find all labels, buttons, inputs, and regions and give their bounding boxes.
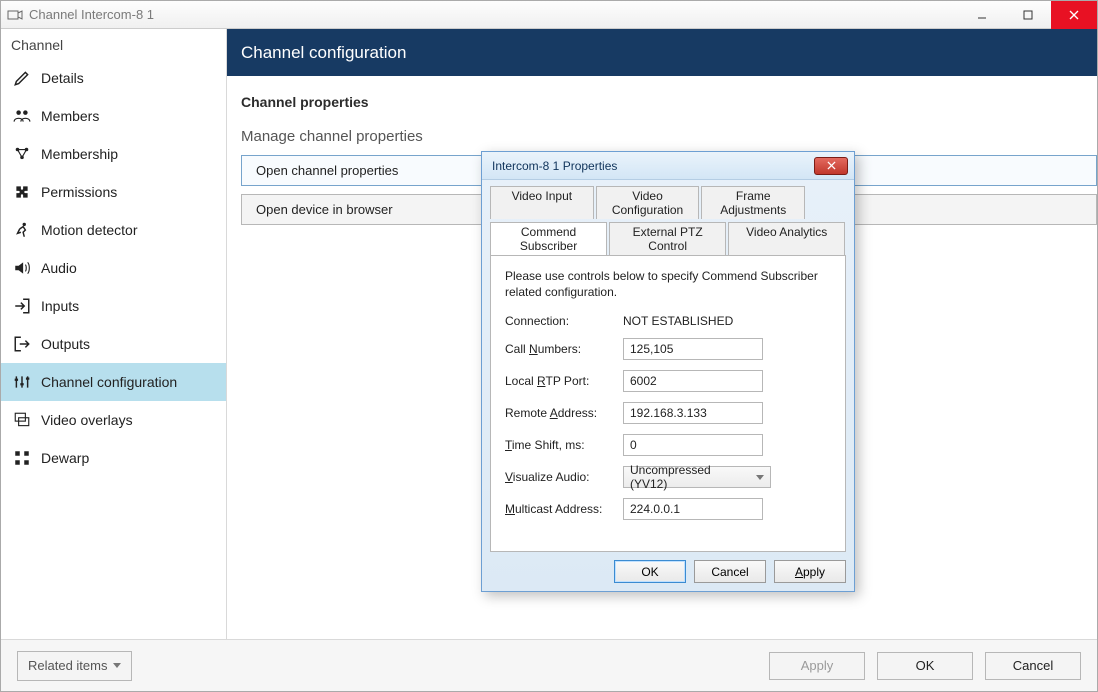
close-button[interactable] [1051, 1, 1097, 29]
sidebar-item-outputs[interactable]: Outputs [1, 325, 226, 363]
sidebar-item-label: Video overlays [41, 412, 133, 428]
remote-address-label: Remote Address: [505, 406, 623, 420]
sidebar-item-label: Channel configuration [41, 374, 177, 390]
camera-icon [7, 7, 23, 23]
window-titlebar: Channel Intercom-8 1 [1, 1, 1097, 29]
chevron-down-icon [756, 475, 764, 480]
group-icon [13, 145, 31, 163]
layers-icon [13, 411, 31, 429]
properties-dialog: Intercom-8 1 Properties Video Input Vide… [481, 151, 855, 592]
dialog-apply-button[interactable]: Apply [774, 560, 846, 583]
connection-value: NOT ESTABLISHED [623, 314, 733, 328]
pencil-icon [13, 69, 31, 87]
sidebar-item-dewarp[interactable]: Dewarp [1, 439, 226, 477]
sidebar-item-details[interactable]: Details [1, 59, 226, 97]
speaker-icon [13, 259, 31, 277]
sidebar-item-label: Membership [41, 146, 118, 162]
puzzle-icon [13, 183, 31, 201]
tab-video-input[interactable]: Video Input [490, 186, 594, 219]
section-label: Manage channel properties [227, 120, 1097, 155]
sidebar: Channel Details Members Membership Permi… [1, 29, 227, 639]
remote-address-input[interactable] [623, 402, 763, 424]
dialog-instructions: Please use controls below to specify Com… [505, 268, 831, 300]
tab-commend-subscriber[interactable]: Commend Subscriber [490, 222, 607, 255]
ok-button[interactable]: OK [877, 652, 973, 680]
sidebar-item-channel-configuration[interactable]: Channel configuration [1, 363, 226, 401]
chevron-down-icon [113, 663, 121, 668]
sliders-icon [13, 373, 31, 391]
minimize-button[interactable] [959, 1, 1005, 29]
sidebar-item-video-overlays[interactable]: Video overlays [1, 401, 226, 439]
visualize-audio-label: Visualize Audio: [505, 470, 623, 484]
logout-icon [13, 335, 31, 353]
sidebar-item-label: Members [41, 108, 99, 124]
tab-external-ptz-control[interactable]: External PTZ Control [609, 222, 726, 255]
page-title: Channel configuration [241, 43, 406, 63]
sidebar-item-permissions[interactable]: Permissions [1, 173, 226, 211]
related-items-label: Related items [28, 658, 107, 673]
sidebar-item-label: Permissions [41, 184, 117, 200]
cancel-button[interactable]: Cancel [985, 652, 1081, 680]
maximize-button[interactable] [1005, 1, 1051, 29]
dialog-tabs: Video Input Video Configuration Frame Ad… [490, 186, 846, 255]
visualize-audio-dropdown[interactable]: Uncompressed (YV12) [623, 466, 771, 488]
apply-button[interactable]: Apply [769, 652, 865, 680]
dialog-cancel-button[interactable]: Cancel [694, 560, 766, 583]
login-icon [13, 297, 31, 315]
grid-icon [13, 449, 31, 467]
dialog-ok-button[interactable]: OK [614, 560, 686, 583]
dialog-title: Intercom-8 1 Properties [492, 159, 617, 173]
sidebar-item-label: Motion detector [41, 222, 138, 238]
sidebar-item-label: Audio [41, 260, 77, 276]
running-icon [13, 221, 31, 239]
sidebar-item-label: Outputs [41, 336, 90, 352]
page-header: Channel configuration [227, 29, 1097, 76]
local-rtp-port-input[interactable] [623, 370, 763, 392]
multicast-address-input[interactable] [623, 498, 763, 520]
local-rtp-port-label: Local RTP Port: [505, 374, 623, 388]
multicast-address-label: Multicast Address: [505, 502, 623, 516]
sidebar-item-label: Inputs [41, 298, 79, 314]
tab-frame-adjustments[interactable]: Frame Adjustments [701, 186, 805, 219]
sidebar-item-members[interactable]: Members [1, 97, 226, 135]
sidebar-header: Channel [1, 29, 226, 59]
sidebar-item-inputs[interactable]: Inputs [1, 287, 226, 325]
sidebar-item-membership[interactable]: Membership [1, 135, 226, 173]
sidebar-item-label: Details [41, 70, 84, 86]
tab-video-analytics[interactable]: Video Analytics [728, 222, 845, 255]
users-icon [13, 107, 31, 125]
section-subtitle: Channel properties [227, 76, 1097, 120]
dialog-titlebar[interactable]: Intercom-8 1 Properties [482, 152, 854, 180]
tab-video-configuration[interactable]: Video Configuration [596, 186, 700, 219]
call-numbers-label: Call Numbers: [505, 342, 623, 356]
window-title: Channel Intercom-8 1 [29, 7, 154, 22]
tab-page: Please use controls below to specify Com… [490, 255, 846, 552]
sidebar-item-label: Dewarp [41, 450, 89, 466]
sidebar-item-motion-detector[interactable]: Motion detector [1, 211, 226, 249]
time-shift-label: Time Shift, ms: [505, 438, 623, 452]
visualize-audio-value: Uncompressed (YV12) [630, 463, 744, 491]
footer: Related items Apply OK Cancel [1, 639, 1097, 691]
call-numbers-input[interactable] [623, 338, 763, 360]
sidebar-item-audio[interactable]: Audio [1, 249, 226, 287]
related-items-dropdown[interactable]: Related items [17, 651, 132, 681]
connection-label: Connection: [505, 314, 623, 328]
dialog-close-button[interactable] [814, 157, 848, 175]
time-shift-input[interactable] [623, 434, 763, 456]
